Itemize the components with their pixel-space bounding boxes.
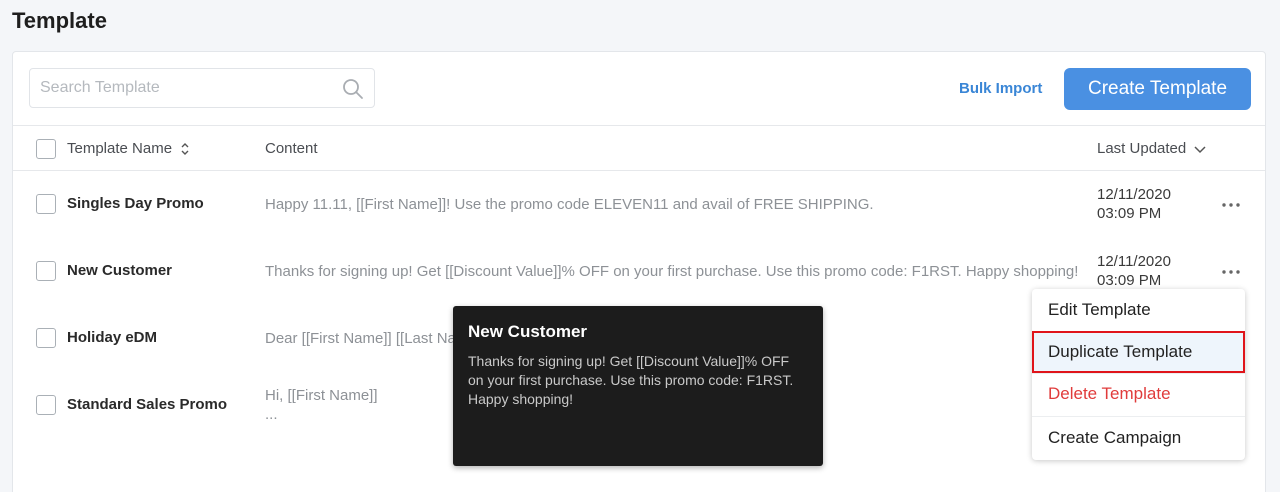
menu-item-edit-template[interactable]: Edit Template [1032,289,1245,331]
more-icon[interactable] [1221,269,1241,275]
column-template-name-label: Template Name [67,140,173,157]
template-name[interactable]: Singles Day Promo [67,195,204,212]
column-last-updated[interactable]: Last Updated [1097,140,1206,157]
last-updated-time: 03:09 PM [1097,272,1162,289]
page-title: Template [12,8,107,33]
search-input[interactable] [30,69,330,107]
template-name[interactable]: Standard Sales Promo [67,396,227,413]
row-checkbox[interactable] [36,328,56,348]
template-content: Happy 11.11, [[First Name]]! Use the pro… [265,196,874,213]
table-row[interactable]: Singles Day Promo Happy 11.11, [[First N… [13,171,1265,237]
last-updated: 12/11/2020 03:09 PM [1097,185,1171,223]
row-checkbox[interactable] [36,395,56,415]
chevron-down-icon[interactable] [1194,144,1206,154]
sort-icon[interactable] [180,142,190,156]
template-content: Thanks for signing up! Get [[Discount Va… [265,263,1079,280]
template-content-ellipsis: ... [265,406,278,423]
template-name[interactable]: New Customer [67,262,172,279]
last-updated-date: 12/11/2020 [1097,186,1171,203]
create-template-button[interactable]: Create Template [1064,68,1251,110]
table-header: Template Name Content Last Updated [13,125,1265,171]
last-updated-time: 03:09 PM [1097,205,1162,222]
bulk-import-link[interactable]: Bulk Import [959,80,1042,97]
template-name[interactable]: Holiday eDM [67,329,157,346]
column-content: Content [265,140,318,157]
tooltip-body: Thanks for signing up! Get [[Discount Va… [468,353,794,407]
row-checkbox[interactable] [36,194,56,214]
row-checkbox[interactable] [36,261,56,281]
tooltip-title: New Customer [468,322,588,341]
content-tooltip: New Customer Thanks for signing up! Get … [453,306,823,466]
template-content: Hi, [[First Name]] ... [265,386,378,424]
column-last-updated-label: Last Updated [1097,140,1187,157]
search-box[interactable] [29,68,375,108]
menu-item-duplicate-template[interactable]: Duplicate Template [1032,331,1245,373]
menu-item-delete-template[interactable]: Delete Template [1032,373,1245,415]
menu-item-create-campaign[interactable]: Create Campaign [1032,417,1245,459]
search-icon[interactable] [342,78,364,100]
last-updated-date: 12/11/2020 [1097,253,1171,270]
last-updated: 12/11/2020 03:09 PM [1097,252,1171,290]
select-all-checkbox[interactable] [36,139,56,159]
more-icon[interactable] [1221,202,1241,208]
column-template-name[interactable]: Template Name [67,140,190,157]
row-actions-menu: Edit Template Duplicate Template Delete … [1032,289,1245,460]
template-content-line: Hi, [[First Name]] [265,387,378,404]
